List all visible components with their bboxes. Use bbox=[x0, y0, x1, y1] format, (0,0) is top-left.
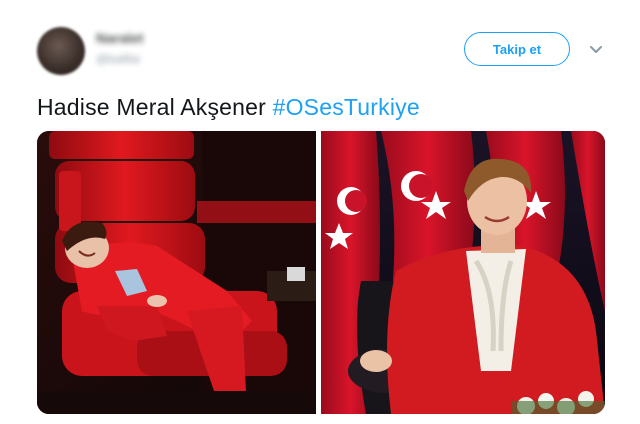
photo-hadise-red-chair[interactable] bbox=[37, 131, 316, 414]
hashtag-link[interactable]: #OSesTurkiye bbox=[273, 94, 420, 120]
tweet-text-plain: Hadise Meral Akşener bbox=[37, 94, 273, 120]
media-grid bbox=[37, 131, 605, 414]
user-block[interactable]: Naralet @ballfar bbox=[96, 30, 143, 66]
avatar[interactable] bbox=[37, 27, 85, 75]
follow-button[interactable]: Takip et bbox=[464, 32, 570, 66]
tweet-text: Hadise Meral Akşener #OSesTurkiye bbox=[37, 94, 420, 121]
author-display-name[interactable]: Naralet bbox=[96, 30, 143, 46]
chevron-down-icon bbox=[590, 46, 602, 53]
author-handle[interactable]: @ballfar bbox=[96, 52, 143, 66]
photo-aksener-flags[interactable] bbox=[321, 131, 605, 414]
tweet-header: Naralet @ballfar Takip et bbox=[0, 0, 640, 80]
more-options-button[interactable] bbox=[586, 40, 606, 60]
